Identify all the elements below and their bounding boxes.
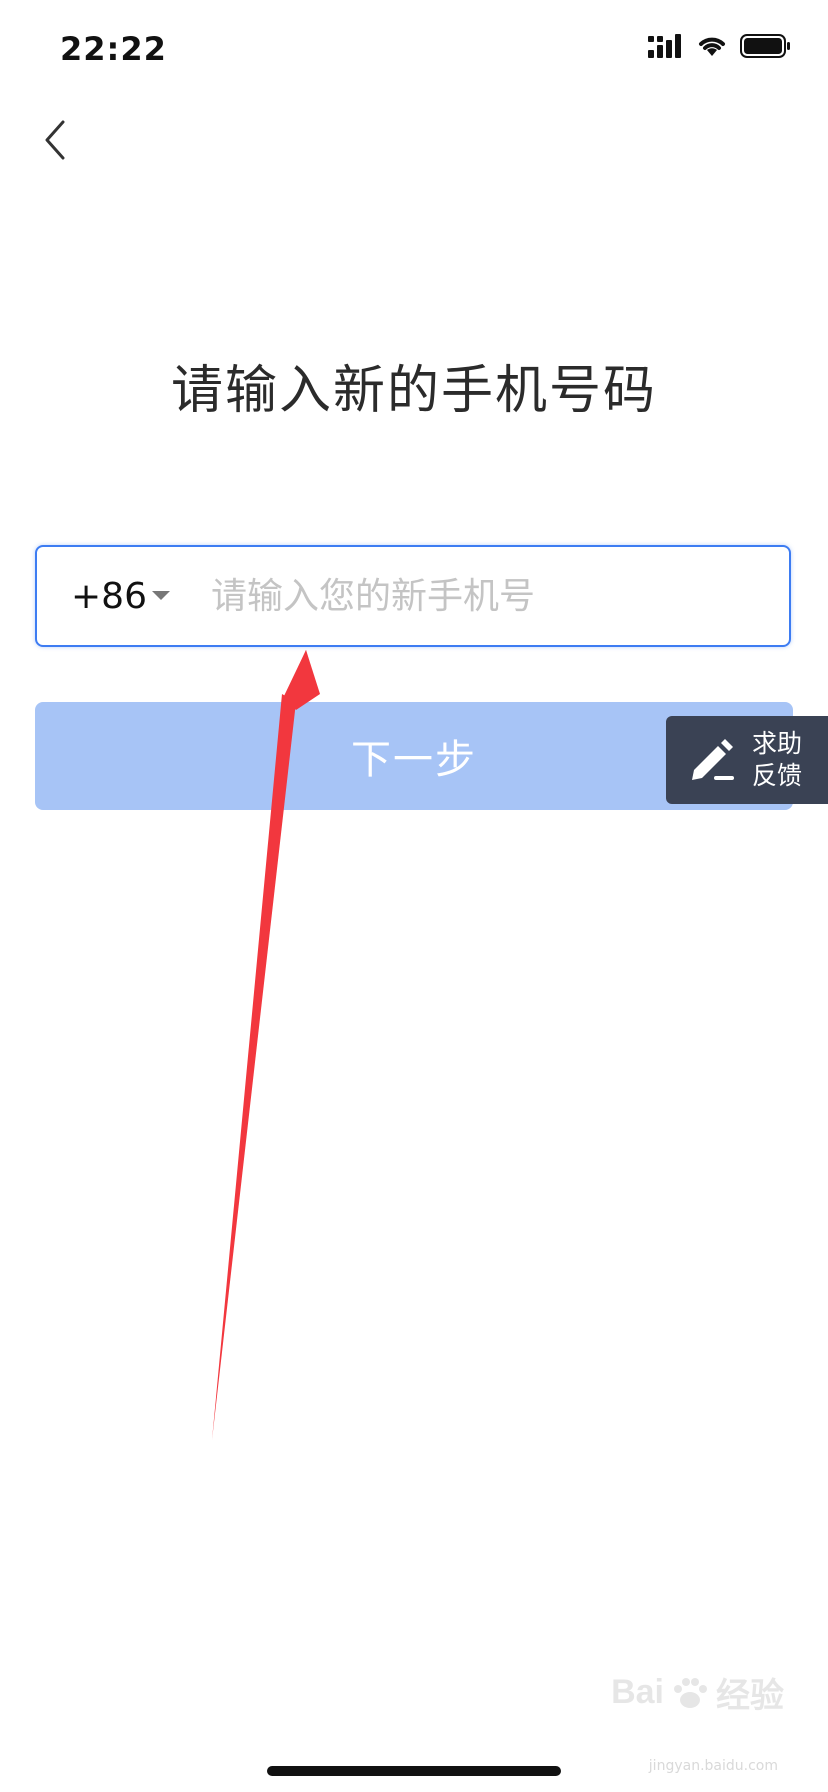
country-code-label: +86 — [71, 575, 147, 617]
watermark-text-2: 经验 — [716, 1677, 784, 1715]
status-time: 22:22 — [60, 30, 167, 68]
annotation-arrow — [212, 650, 320, 1440]
phone-input-field: +86 — [35, 545, 791, 647]
pencil-icon — [692, 739, 734, 780]
phone-number-input[interactable] — [209, 574, 753, 618]
help-feedback-button[interactable]: 求助 反馈 — [666, 716, 828, 804]
wifi-icon — [699, 37, 725, 56]
paw-icon — [674, 1677, 707, 1708]
back-button[interactable] — [30, 110, 78, 170]
feedback-line-2: 反馈 — [752, 761, 803, 790]
baidu-watermark: Bai 经验 — [611, 1668, 784, 1717]
country-code-selector[interactable]: +86 — [71, 576, 201, 617]
watermark-text: Bai — [611, 1673, 664, 1711]
chevron-left-icon — [45, 120, 65, 160]
watermark-url: jingyan.baidu.com — [648, 1758, 778, 1774]
status-icons — [648, 34, 792, 58]
home-indicator — [267, 1766, 561, 1776]
signal-icon — [648, 34, 681, 58]
feedback-label: 求助 反馈 — [752, 728, 802, 792]
battery-icon — [740, 34, 790, 58]
caret-down-icon — [151, 591, 170, 600]
page-title: 请输入新的手机号码 — [170, 361, 657, 421]
feedback-line-1: 求助 — [752, 729, 803, 758]
